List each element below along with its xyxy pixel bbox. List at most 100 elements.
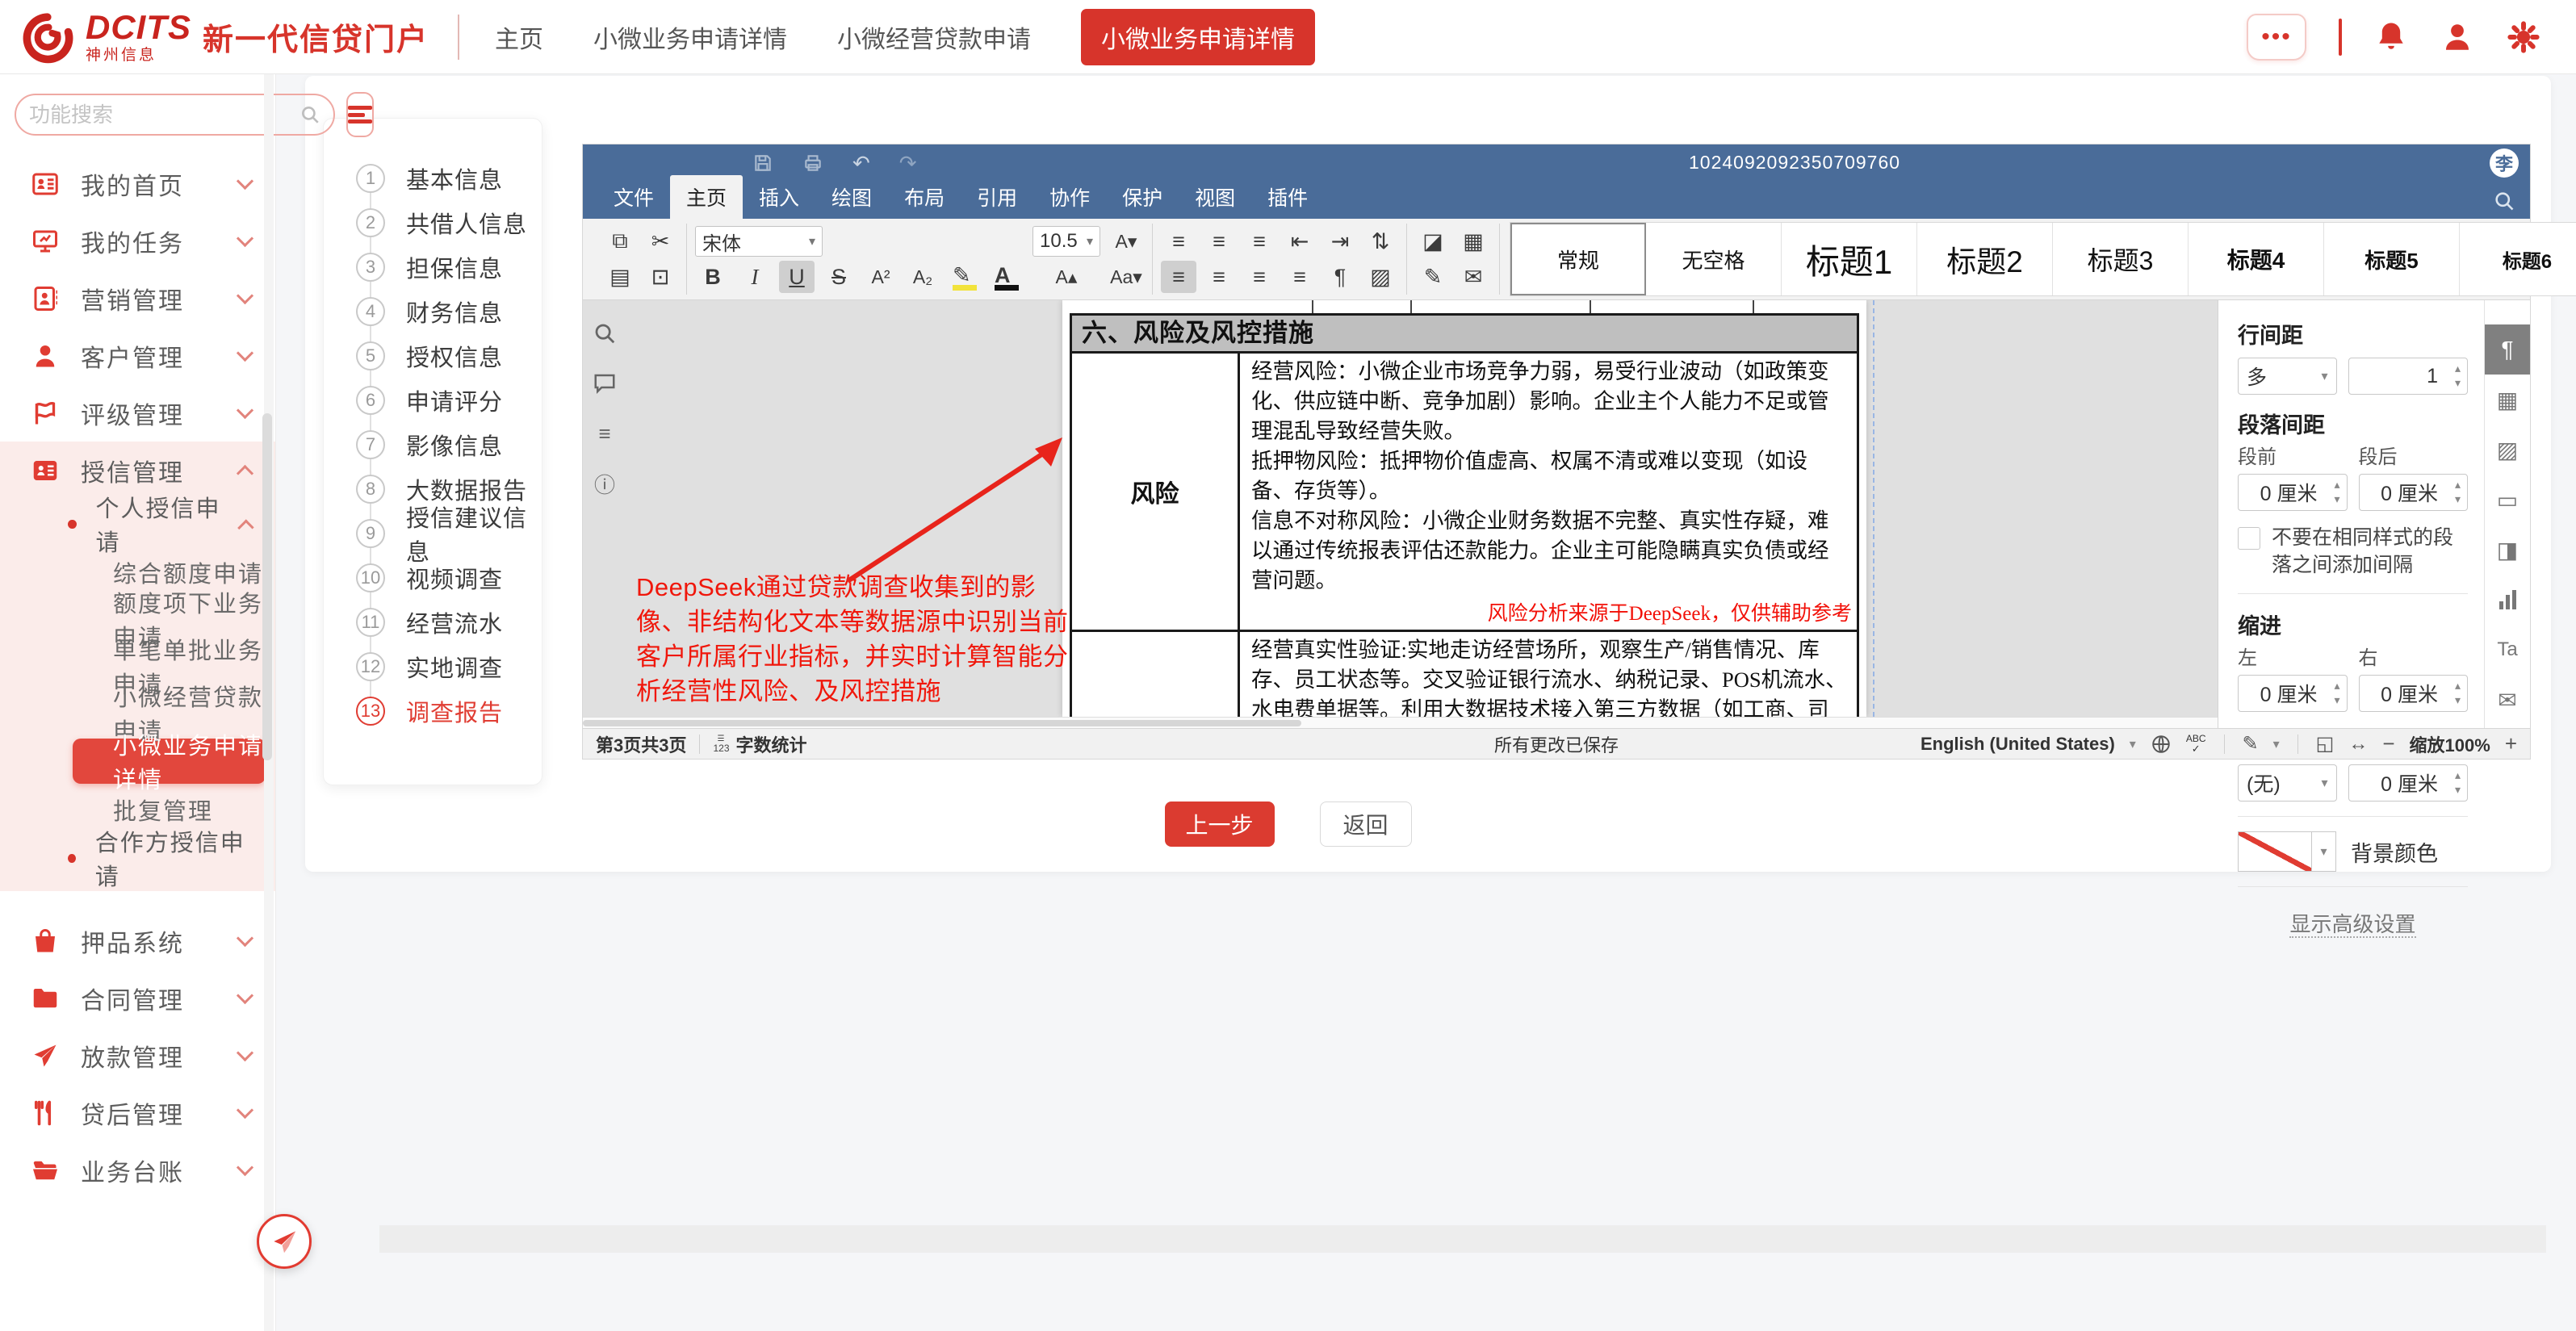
step-imaging[interactable]: 7影像信息 bbox=[356, 422, 542, 467]
nav-micro-detail[interactable]: 小微业务申请详情 bbox=[593, 19, 787, 55]
line-spacing-icon[interactable]: ⇅ bbox=[1363, 225, 1398, 257]
numbered-list-icon[interactable]: ≡ bbox=[1201, 225, 1237, 257]
style-heading5[interactable]: 标题5 bbox=[2324, 223, 2460, 295]
outdent-icon[interactable]: ⇤ bbox=[1282, 225, 1317, 257]
grow-font-icon[interactable]: A▴ bbox=[1032, 261, 1100, 293]
step-business-flow[interactable]: 11经营流水 bbox=[356, 600, 542, 644]
function-search[interactable] bbox=[15, 94, 335, 136]
fill-color-icon[interactable]: ▨ bbox=[1363, 261, 1398, 293]
menu-layout[interactable]: 布局 bbox=[888, 175, 961, 219]
more-badge[interactable]: ••• bbox=[2247, 14, 2306, 61]
bullet-list-icon[interactable]: ≡ bbox=[1161, 225, 1196, 257]
style-no-spacing[interactable]: 无空格 bbox=[1646, 223, 1782, 295]
eraser-icon[interactable]: ◪ bbox=[1415, 225, 1451, 257]
headings-icon[interactable]: ≡ bbox=[593, 421, 617, 446]
horizontal-scrollbar[interactable] bbox=[583, 717, 2218, 728]
menu-home[interactable]: 主页 bbox=[670, 175, 743, 219]
paste-icon[interactable]: ▤ bbox=[602, 261, 638, 293]
menu-insert[interactable]: 插入 bbox=[743, 175, 815, 219]
collapse-circle-button[interactable] bbox=[257, 1214, 312, 1269]
special-format-stepper[interactable]: 0 厘米 ▴▾ bbox=[2348, 764, 2469, 802]
font-size-select[interactable]: 10.5▾ bbox=[1032, 226, 1100, 257]
menu-protect[interactable]: 保护 bbox=[1106, 175, 1179, 219]
subscript-button[interactable]: A₂ bbox=[905, 261, 940, 293]
sidebar-item-rating[interactable]: 评级管理 bbox=[0, 384, 275, 442]
special-format-select[interactable]: (无)▾ bbox=[2238, 764, 2337, 802]
line-spacing-value-stepper[interactable]: 1 ▴▾ bbox=[2348, 358, 2469, 395]
menu-references[interactable]: 引用 bbox=[961, 175, 1033, 219]
spellcheck-icon[interactable]: ABC✓ bbox=[2186, 734, 2206, 754]
chart-panel-icon[interactable] bbox=[2485, 575, 2530, 625]
zoom-level[interactable]: 缩放100% bbox=[2410, 731, 2490, 757]
mail-merge-icon[interactable]: ✉ bbox=[1456, 261, 1491, 293]
fit-width-icon[interactable]: ↔ bbox=[2348, 733, 2368, 755]
step-finance[interactable]: 4财务信息 bbox=[356, 289, 542, 333]
step-video-survey[interactable]: 10视频调查 bbox=[356, 555, 542, 600]
nav-micro-loan-apply[interactable]: 小微经营贷款申请 bbox=[837, 19, 1031, 55]
advanced-settings-link[interactable]: 显示高级设置 bbox=[2289, 912, 2415, 938]
textart-panel-icon[interactable]: Ta bbox=[2485, 625, 2530, 675]
find-icon[interactable] bbox=[593, 321, 617, 345]
format-painter-icon[interactable]: ✎ bbox=[1415, 261, 1451, 293]
step-co-borrower[interactable]: 2共借人信息 bbox=[356, 200, 542, 245]
indent-left-stepper[interactable]: 0 厘米 ▴▾ bbox=[2238, 675, 2348, 712]
pilcrow-icon[interactable]: ¶ bbox=[1322, 261, 1358, 293]
word-count-button[interactable]: 字数统计 bbox=[736, 731, 807, 757]
font-name-select[interactable]: 宋体▾ bbox=[695, 226, 823, 257]
highlight-pen-button[interactable]: ✎ bbox=[947, 261, 982, 293]
sidebar-item-home[interactable]: 我的首页 bbox=[0, 155, 275, 212]
sidebar-item-micro-detail-active[interactable]: 小微业务申请详情 bbox=[73, 739, 266, 784]
paragraph-panel-icon[interactable]: ¶ bbox=[2485, 324, 2530, 375]
shape-panel-icon[interactable]: ◨ bbox=[2485, 525, 2530, 575]
align-left-icon[interactable]: ≡ bbox=[1161, 261, 1196, 293]
page-indicator[interactable]: 第3页共3页 bbox=[596, 731, 686, 757]
bold-button[interactable]: B bbox=[695, 261, 731, 293]
align-center-icon[interactable]: ≡ bbox=[1201, 261, 1237, 293]
style-heading4[interactable]: 标题4 bbox=[2189, 223, 2324, 295]
comment-icon[interactable] bbox=[593, 371, 617, 396]
menu-collapse-button[interactable] bbox=[346, 92, 374, 137]
menu-collaboration[interactable]: 协作 bbox=[1033, 175, 1106, 219]
editor-search-icon[interactable] bbox=[2493, 190, 2515, 212]
print-icon[interactable] bbox=[802, 153, 823, 174]
zoom-in-icon[interactable]: + bbox=[2505, 731, 2517, 756]
same-style-checkbox[interactable] bbox=[2238, 527, 2260, 550]
image-panel-icon[interactable]: ▨ bbox=[2485, 425, 2530, 475]
font-color-button[interactable]: A bbox=[989, 261, 1024, 293]
undo-icon[interactable]: ↶ bbox=[852, 153, 870, 174]
sidebar-item-customers[interactable]: 客户管理 bbox=[0, 327, 275, 384]
step-guarantee[interactable]: 3担保信息 bbox=[356, 245, 542, 289]
menu-file[interactable]: 文件 bbox=[597, 175, 670, 219]
copy-icon[interactable]: ⧉ bbox=[602, 225, 638, 257]
sidebar-item-contracts[interactable]: 合同管理 bbox=[0, 969, 275, 1027]
change-case-icon[interactable]: Aa▾ bbox=[1108, 261, 1144, 293]
fit-page-icon[interactable]: ◱ bbox=[2316, 732, 2335, 755]
sidebar-item-ledger[interactable]: 业务台账 bbox=[0, 1141, 275, 1199]
sidebar-item-partner-credit[interactable]: 合作方授信申请 bbox=[0, 833, 275, 883]
select-icon[interactable]: ⊡ bbox=[643, 261, 678, 293]
superscript-button[interactable]: A² bbox=[863, 261, 898, 293]
sidebar-item-personal-credit[interactable]: 个人授信申请 bbox=[0, 499, 275, 549]
zoom-out-icon[interactable]: − bbox=[2382, 731, 2394, 756]
previous-step-button[interactable]: 上一步 bbox=[1165, 802, 1275, 847]
menu-plugins[interactable]: 插件 bbox=[1251, 175, 1324, 219]
language-select[interactable]: English (United States) bbox=[1920, 734, 2115, 755]
table-panel-icon[interactable]: ▦ bbox=[2485, 375, 2530, 425]
sidebar-scrollbar[interactable] bbox=[264, 74, 274, 1331]
page-panel-icon[interactable]: ▭ bbox=[2485, 475, 2530, 525]
globe-icon[interactable] bbox=[2151, 734, 2172, 755]
sidebar-item-marketing[interactable]: 营销管理 bbox=[0, 270, 275, 327]
style-heading2[interactable]: 标题2 bbox=[1917, 223, 2053, 295]
underline-button[interactable]: U bbox=[779, 261, 815, 293]
shrink-font-icon[interactable]: A▾ bbox=[1108, 225, 1144, 257]
spacing-after-stepper[interactable]: 0 厘米 ▴▾ bbox=[2359, 474, 2469, 511]
justify-icon[interactable]: ≡ bbox=[1282, 261, 1317, 293]
save-icon[interactable] bbox=[752, 153, 773, 174]
nav-active-tab[interactable]: 小微业务申请详情 bbox=[1081, 9, 1315, 65]
step-credit-advice[interactable]: 9授信建议信息 bbox=[356, 511, 542, 555]
style-heading3[interactable]: 标题3 bbox=[2053, 223, 2189, 295]
line-spacing-select[interactable]: 多▾ bbox=[2238, 358, 2337, 395]
italic-button[interactable]: I bbox=[737, 261, 773, 293]
user-icon[interactable] bbox=[2440, 20, 2474, 54]
redo-icon[interactable]: ↷ bbox=[899, 153, 917, 174]
